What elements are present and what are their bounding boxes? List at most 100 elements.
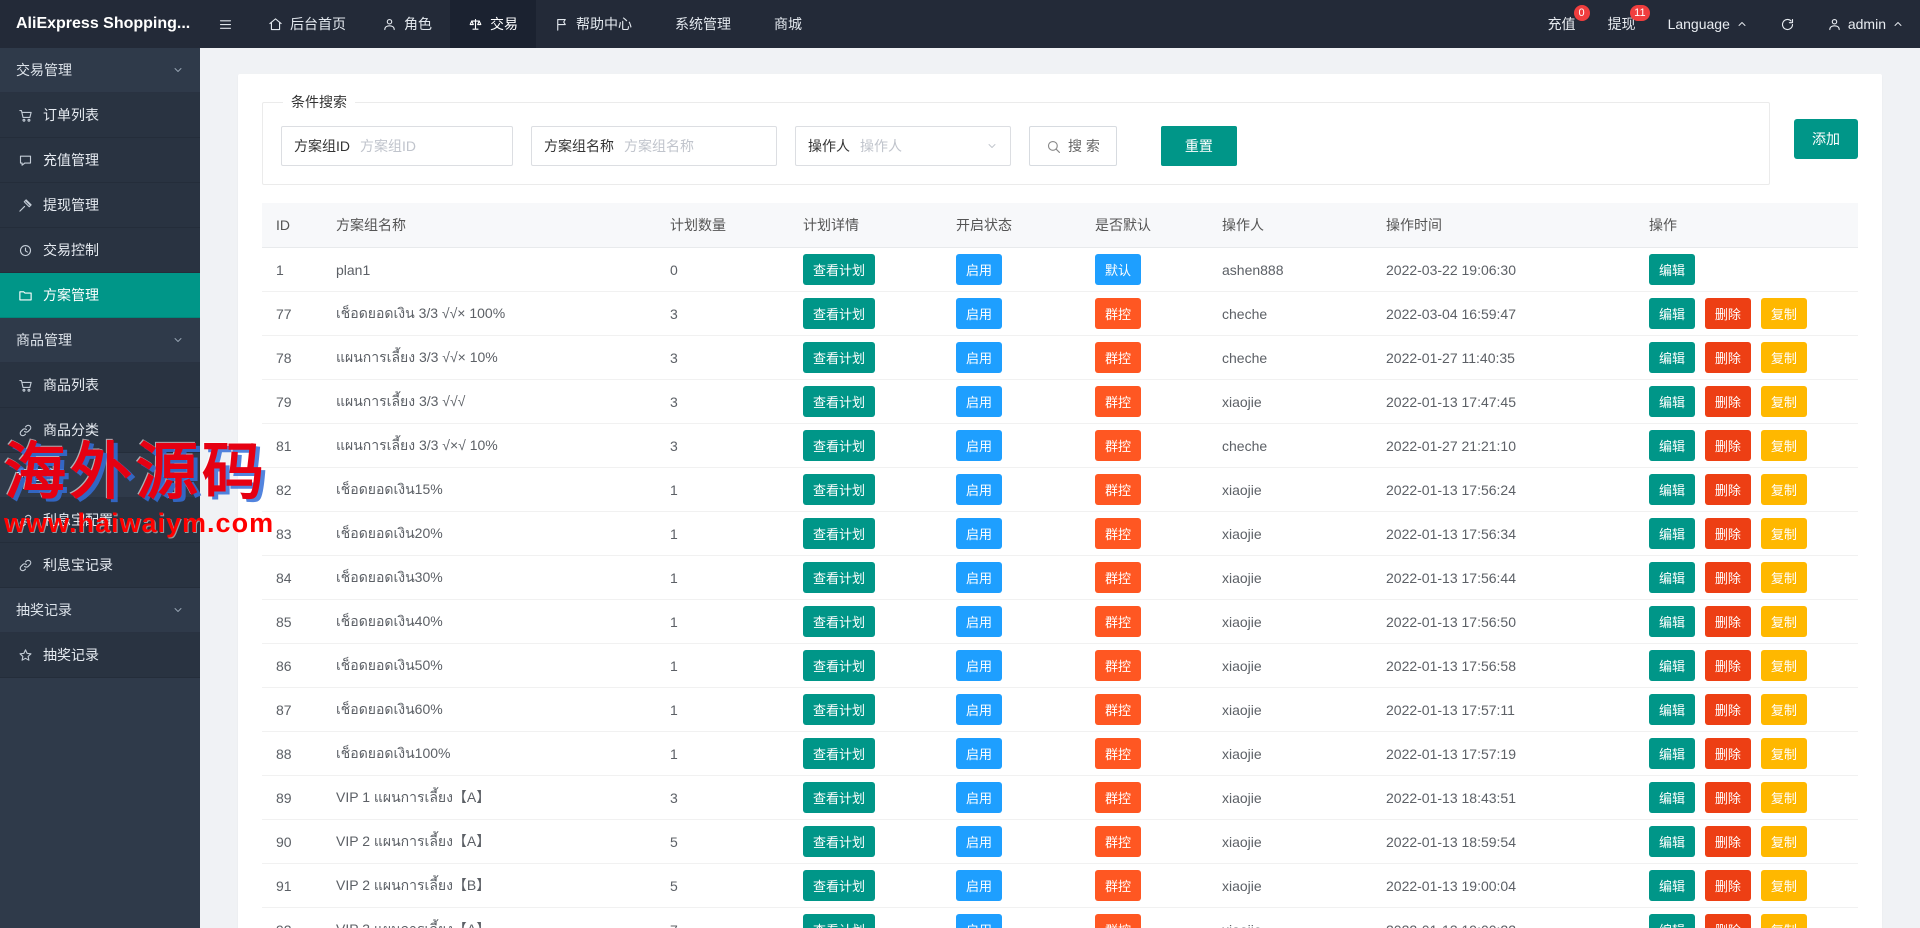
top-nav-item[interactable]: 后台首页 [250, 0, 364, 48]
user-menu[interactable]: admin [1811, 0, 1920, 48]
view-plan-button[interactable]: 查看计划 [803, 430, 875, 461]
copy-button[interactable]: 复制 [1761, 782, 1807, 813]
status-enabled-button[interactable]: 启用 [956, 518, 1002, 549]
delete-button[interactable]: 删除 [1705, 518, 1751, 549]
edit-button[interactable]: 编辑 [1649, 386, 1695, 417]
copy-button[interactable]: 复制 [1761, 738, 1807, 769]
status-enabled-button[interactable]: 启用 [956, 342, 1002, 373]
copy-button[interactable]: 复制 [1761, 562, 1807, 593]
view-plan-button[interactable]: 查看计划 [803, 386, 875, 417]
add-button[interactable]: 添加 [1794, 119, 1858, 159]
default-flag-button[interactable]: 群控 [1095, 914, 1141, 928]
delete-button[interactable]: 删除 [1705, 914, 1751, 928]
status-enabled-button[interactable]: 启用 [956, 562, 1002, 593]
status-enabled-button[interactable]: 启用 [956, 650, 1002, 681]
delete-button[interactable]: 删除 [1705, 826, 1751, 857]
default-flag-button[interactable]: 群控 [1095, 694, 1141, 725]
default-flag-button[interactable]: 群控 [1095, 430, 1141, 461]
default-flag-button[interactable]: 群控 [1095, 386, 1141, 417]
view-plan-button[interactable]: 查看计划 [803, 254, 875, 285]
sidebar-item[interactable]: 方案管理 [0, 273, 200, 318]
sidebar-item[interactable]: 订单列表 [0, 93, 200, 138]
default-flag-button[interactable]: 群控 [1095, 298, 1141, 329]
view-plan-button[interactable]: 查看计划 [803, 738, 875, 769]
delete-button[interactable]: 删除 [1705, 606, 1751, 637]
default-flag-button[interactable]: 默认 [1095, 254, 1141, 285]
default-flag-button[interactable]: 群控 [1095, 606, 1141, 637]
status-enabled-button[interactable]: 启用 [956, 254, 1002, 285]
status-enabled-button[interactable]: 启用 [956, 826, 1002, 857]
sidebar-item[interactable]: 利息宝记录 [0, 543, 200, 588]
delete-button[interactable]: 删除 [1705, 562, 1751, 593]
edit-button[interactable]: 编辑 [1649, 914, 1695, 928]
sidebar-item[interactable]: 充值管理 [0, 138, 200, 183]
default-flag-button[interactable]: 群控 [1095, 562, 1141, 593]
edit-button[interactable]: 编辑 [1649, 782, 1695, 813]
delete-button[interactable]: 删除 [1705, 430, 1751, 461]
status-enabled-button[interactable]: 启用 [956, 870, 1002, 901]
status-enabled-button[interactable]: 启用 [956, 782, 1002, 813]
search-field-input[interactable] [624, 138, 764, 154]
view-plan-button[interactable]: 查看计划 [803, 782, 875, 813]
copy-button[interactable]: 复制 [1761, 870, 1807, 901]
status-enabled-button[interactable]: 启用 [956, 694, 1002, 725]
status-enabled-button[interactable]: 启用 [956, 430, 1002, 461]
delete-button[interactable]: 删除 [1705, 298, 1751, 329]
edit-button[interactable]: 编辑 [1649, 826, 1695, 857]
edit-button[interactable]: 编辑 [1649, 562, 1695, 593]
default-flag-button[interactable]: 群控 [1095, 738, 1141, 769]
copy-button[interactable]: 复制 [1761, 606, 1807, 637]
view-plan-button[interactable]: 查看计划 [803, 870, 875, 901]
view-plan-button[interactable]: 查看计划 [803, 562, 875, 593]
recharge-link[interactable]: 充值 0 [1532, 0, 1592, 48]
edit-button[interactable]: 编辑 [1649, 870, 1695, 901]
status-enabled-button[interactable]: 启用 [956, 914, 1002, 928]
delete-button[interactable]: 删除 [1705, 782, 1751, 813]
default-flag-button[interactable]: 群控 [1095, 782, 1141, 813]
sidebar-group[interactable]: 交易管理 [0, 48, 200, 93]
copy-button[interactable]: 复制 [1761, 342, 1807, 373]
menu-toggle-button[interactable] [200, 0, 250, 48]
copy-button[interactable]: 复制 [1761, 694, 1807, 725]
edit-button[interactable]: 编辑 [1649, 254, 1695, 285]
view-plan-button[interactable]: 查看计划 [803, 826, 875, 857]
default-flag-button[interactable]: 群控 [1095, 870, 1141, 901]
delete-button[interactable]: 删除 [1705, 474, 1751, 505]
edit-button[interactable]: 编辑 [1649, 738, 1695, 769]
view-plan-button[interactable]: 查看计划 [803, 342, 875, 373]
view-plan-button[interactable]: 查看计划 [803, 694, 875, 725]
sidebar-group[interactable]: 利息宝 [0, 453, 200, 498]
search-button[interactable]: 搜 索 [1029, 126, 1117, 166]
sidebar-item[interactable]: 交易控制 [0, 228, 200, 273]
edit-button[interactable]: 编辑 [1649, 298, 1695, 329]
reset-button[interactable]: 重置 [1161, 126, 1237, 166]
default-flag-button[interactable]: 群控 [1095, 474, 1141, 505]
view-plan-button[interactable]: 查看计划 [803, 914, 875, 928]
copy-button[interactable]: 复制 [1761, 430, 1807, 461]
sidebar-item[interactable]: 提现管理 [0, 183, 200, 228]
delete-button[interactable]: 删除 [1705, 650, 1751, 681]
view-plan-button[interactable]: 查看计划 [803, 650, 875, 681]
copy-button[interactable]: 复制 [1761, 518, 1807, 549]
delete-button[interactable]: 删除 [1705, 738, 1751, 769]
copy-button[interactable]: 复制 [1761, 650, 1807, 681]
status-enabled-button[interactable]: 启用 [956, 386, 1002, 417]
delete-button[interactable]: 删除 [1705, 870, 1751, 901]
top-nav-item[interactable]: 商城 [749, 0, 820, 48]
top-nav-item[interactable]: 系统管理 [650, 0, 749, 48]
refresh-button[interactable] [1764, 0, 1811, 48]
sidebar-group[interactable]: 商品管理 [0, 318, 200, 363]
status-enabled-button[interactable]: 启用 [956, 606, 1002, 637]
edit-button[interactable]: 编辑 [1649, 342, 1695, 373]
copy-button[interactable]: 复制 [1761, 914, 1807, 928]
view-plan-button[interactable]: 查看计划 [803, 474, 875, 505]
top-nav-item[interactable]: 角色 [364, 0, 450, 48]
search-field-input[interactable] [360, 138, 500, 154]
search-select[interactable]: 操作人 操作人 [795, 126, 1011, 166]
status-enabled-button[interactable]: 启用 [956, 738, 1002, 769]
edit-button[interactable]: 编辑 [1649, 518, 1695, 549]
delete-button[interactable]: 删除 [1705, 386, 1751, 417]
edit-button[interactable]: 编辑 [1649, 694, 1695, 725]
edit-button[interactable]: 编辑 [1649, 650, 1695, 681]
default-flag-button[interactable]: 群控 [1095, 826, 1141, 857]
